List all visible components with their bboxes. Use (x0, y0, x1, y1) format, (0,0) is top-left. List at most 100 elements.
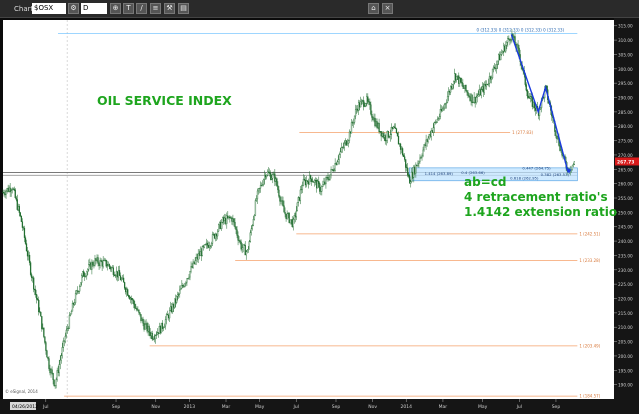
candle-body (373, 117, 375, 121)
candle-body (122, 277, 125, 283)
candle-body (286, 213, 288, 219)
candle-body (34, 289, 36, 291)
candle-body (101, 261, 103, 267)
chart-type-icon[interactable]: ▤ (178, 3, 189, 14)
candle-body (573, 161, 575, 165)
candle-body (29, 262, 32, 275)
y-tick-label: 255.00 (618, 196, 633, 201)
candle-body (443, 104, 446, 109)
candle-body (365, 103, 367, 106)
candle-body (56, 370, 58, 380)
y-tick-label: 310.00 (618, 38, 633, 43)
candle-body (442, 107, 445, 110)
gear-icon[interactable]: ⚙ (68, 3, 79, 14)
candle-body (226, 215, 228, 224)
candle-body (307, 181, 310, 185)
y-tick-label: 260.00 (618, 182, 633, 187)
candle-body (65, 329, 67, 337)
candle-body (48, 358, 50, 369)
magnify-icon[interactable]: ⊕ (110, 3, 121, 14)
candle-body (284, 212, 286, 215)
candle-body (347, 140, 350, 144)
candle-body (425, 139, 427, 146)
candle-body (75, 290, 78, 294)
line-icon[interactable]: / (136, 3, 147, 14)
candle-body (117, 270, 120, 278)
price-chart[interactable]: 190.00 195.00 200.00 205.00 210.00 215.00 220.… (0, 18, 639, 414)
x-tick-label: Sep (332, 404, 341, 410)
candle-body (317, 181, 319, 189)
candle-body (292, 219, 294, 227)
candle-body (502, 51, 504, 54)
candle-body (404, 156, 406, 160)
target-zone-label: 0.618 (262.95) (510, 176, 539, 181)
y-tick-label: 285.00 (618, 110, 633, 115)
candle-body (155, 334, 157, 336)
candle-body (297, 197, 299, 203)
candle-body (343, 142, 345, 148)
candle-body (387, 130, 389, 138)
candle-body (148, 326, 150, 333)
candle-body (201, 246, 203, 257)
candle-body (382, 133, 384, 138)
candle-body (367, 96, 369, 102)
settings-icon[interactable]: ≡ (150, 3, 161, 14)
text-icon[interactable]: T (123, 3, 134, 14)
y-tick-label: 235.00 (618, 253, 633, 258)
candle-body (9, 187, 11, 193)
candle-body (319, 183, 321, 192)
candle-body (8, 187, 10, 192)
candle-body (560, 149, 562, 151)
candle-body (234, 221, 236, 228)
candle-body (10, 190, 12, 193)
candle-body (257, 188, 260, 192)
candle-body (116, 271, 119, 278)
candle-body (559, 145, 561, 151)
candle-body (218, 224, 220, 232)
candle-body (261, 184, 264, 186)
candle-body (149, 331, 151, 336)
candle-body (451, 86, 453, 89)
fib-level-label: 1 (203.49) (579, 343, 600, 348)
close-icon[interactable]: × (382, 3, 393, 14)
candle-body (436, 119, 438, 123)
candle-body (370, 104, 372, 115)
candle-body (16, 199, 18, 210)
candle-body (464, 84, 466, 89)
candle-body (136, 308, 138, 311)
y-tick-label: 250.00 (618, 210, 633, 215)
y-tick-label: 265.00 (618, 167, 633, 172)
candle-body (393, 126, 396, 128)
symbol-input[interactable]: $OSX (32, 3, 66, 14)
candle-body (470, 94, 472, 101)
candle-body (51, 369, 53, 374)
candle-body (299, 189, 302, 201)
candle-body (71, 302, 74, 312)
y-tick-label: 240.00 (618, 239, 633, 244)
chart-area[interactable]: 190.00 195.00 200.00 205.00 210.00 215.00 220.… (0, 18, 639, 414)
lock-icon[interactable]: ⌂ (368, 3, 379, 14)
candle-body (185, 282, 187, 284)
candle-body (461, 82, 463, 84)
candle-body (501, 52, 503, 55)
candle-body (330, 169, 332, 176)
candle-body (126, 289, 128, 293)
wrench-icon[interactable]: ⚒ (164, 3, 175, 14)
candle-body (53, 379, 55, 386)
fib-level-label: 1 (233.28) (579, 258, 600, 263)
y-tick-label: 220.00 (618, 297, 633, 302)
candle-body (271, 178, 273, 180)
candle-body (395, 128, 398, 134)
candle-body (90, 262, 92, 270)
candle-body (414, 166, 416, 174)
candle-body (166, 314, 169, 316)
candle-body (441, 108, 444, 112)
candle-body (412, 171, 414, 178)
candle-body (141, 318, 143, 322)
candle-body (516, 44, 518, 49)
candle-body (527, 95, 529, 98)
interval-input[interactable]: D (81, 3, 107, 14)
candle-body (121, 277, 124, 280)
candle-body (246, 249, 248, 252)
candle-body (308, 175, 311, 185)
